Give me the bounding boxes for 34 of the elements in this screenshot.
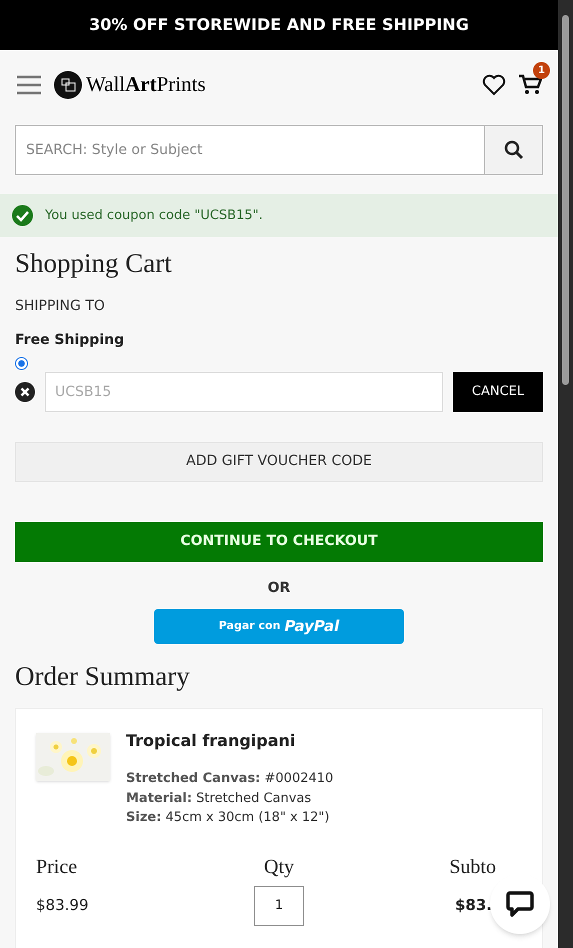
remove-icon[interactable] [15, 382, 35, 402]
section-title: Order Summary [15, 660, 191, 693]
scrollbar[interactable] [558, 0, 573, 948]
column-header: Subto [449, 854, 496, 880]
product-detail: Stretched Canvas: #0002410 [126, 770, 334, 788]
shipping-radio[interactable] [15, 356, 28, 370]
search-button[interactable] [484, 126, 542, 174]
cart-icon[interactable] [518, 74, 542, 96]
column-header: Price [36, 854, 78, 880]
logo-text[interactable]: WallArtPrints [86, 69, 206, 101]
cart-count-badge: 1 [533, 62, 550, 79]
product-detail: Material: Stretched Canvas [126, 790, 312, 808]
product-name[interactable]: Tropical frangipani [126, 729, 334, 753]
check-icon [12, 205, 33, 226]
logo-icon [54, 71, 82, 99]
page-title: Shopping Cart [15, 247, 173, 280]
coupon-field[interactable]: UCSB15 [45, 372, 443, 412]
menu-icon[interactable] [16, 75, 42, 95]
search-icon [504, 140, 524, 160]
or-text: OR [268, 578, 290, 598]
quantity-field[interactable]: 1 [254, 886, 304, 926]
cancel-button[interactable]: CANCEL [453, 372, 543, 412]
column-header: Qty [264, 854, 294, 880]
shipping-label: SHIPPING TO [15, 296, 106, 316]
checkout-button[interactable]: CONTINUE TO CHECKOUT [15, 522, 543, 562]
subtotal-cell-text: $83. [454, 895, 492, 916]
notice-text: You used coupon code "UCSB15". [45, 206, 263, 225]
gift-voucher-button[interactable]: ADD GIFT VOUCHER CODE [15, 442, 543, 482]
price-cell-text: $83.99 [36, 895, 88, 916]
heart-icon[interactable] [482, 74, 506, 96]
promo-banner: 30% OFF STOREWIDE AND FREE SHIPPING [0, 0, 558, 50]
shipping-method: Free Shipping [15, 330, 126, 350]
chat-icon [506, 890, 534, 918]
product-detail: Size: 45cm x 30cm (18" x 12") [126, 809, 330, 827]
